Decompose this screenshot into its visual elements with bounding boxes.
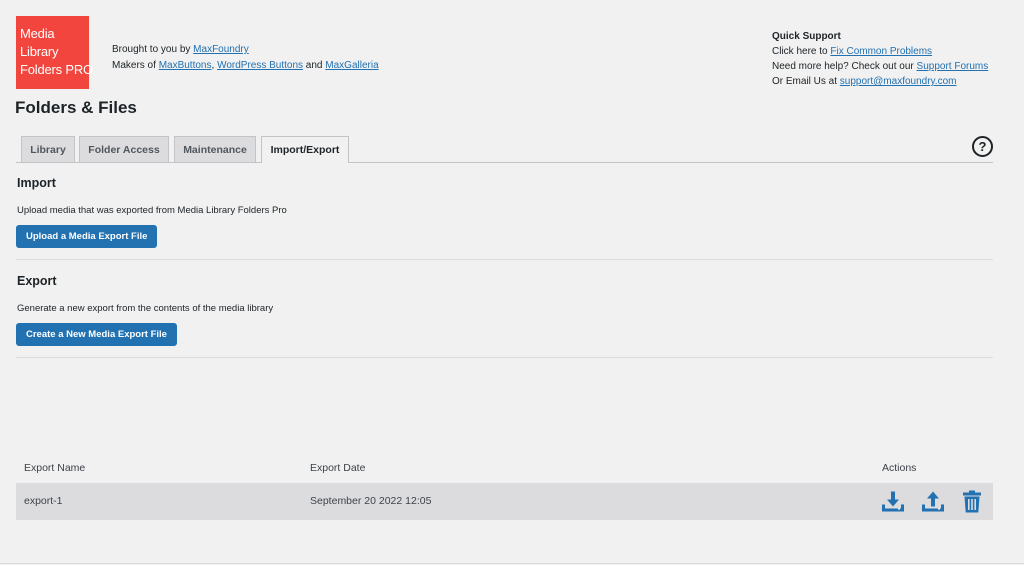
- fix-prefix: Click here to: [772, 46, 831, 57]
- quick-support: Quick Support Click here to Fix Common P…: [772, 29, 988, 89]
- credits: Brought to you by MaxFoundry Makers of M…: [112, 42, 379, 73]
- create-export-file-button[interactable]: Create a New Media Export File: [16, 323, 177, 346]
- forums-line: Need more help? Check out our Support Fo…: [772, 59, 988, 74]
- logo-line-1: Media: [20, 26, 55, 41]
- tab-folder-access[interactable]: Folder Access: [79, 136, 169, 162]
- quick-support-title: Quick Support: [772, 31, 841, 42]
- page-title: Folders & Files: [15, 98, 137, 117]
- forums-prefix: Need more help? Check out our: [772, 61, 917, 72]
- support-forums-link[interactable]: Support Forums: [917, 61, 989, 72]
- makers-sep: and: [303, 59, 326, 71]
- export-name-cell: export-1: [24, 495, 63, 507]
- maxgalleria-link[interactable]: MaxGalleria: [325, 60, 378, 71]
- export-date-cell: September 20 2022 12:05: [310, 495, 432, 507]
- tab-bar: Library Folder Access Maintenance Import…: [16, 136, 993, 163]
- header-export-date: Export Date: [310, 462, 366, 474]
- header-actions: Actions: [882, 462, 917, 474]
- brought-prefix: Brought to you by: [112, 44, 194, 55]
- header-export-name: Export Name: [24, 462, 86, 474]
- fix-common-problems-link[interactable]: Fix Common Problems: [830, 46, 932, 57]
- trash-icon[interactable]: [960, 489, 984, 514]
- logo-line-2: Library: [20, 44, 59, 59]
- fix-problems-line: Click here to Fix Common Problems: [772, 44, 988, 59]
- tab-library[interactable]: Library: [21, 136, 75, 162]
- import-divider: [16, 259, 993, 260]
- upload-export-file-button[interactable]: Upload a Media Export File: [16, 225, 158, 248]
- maxfoundry-link[interactable]: MaxFoundry: [193, 44, 249, 55]
- brought-by-line: Brought to you by MaxFoundry: [112, 42, 379, 58]
- tab-import-export[interactable]: Import/Export: [261, 136, 349, 163]
- upload-icon[interactable]: [921, 489, 945, 514]
- tab-maintenance[interactable]: Maintenance: [174, 136, 256, 162]
- download-icon[interactable]: [881, 489, 905, 514]
- logo-line-3: Folders PRO: [20, 62, 93, 77]
- plugin-logo: Media Library Folders PRO: [16, 16, 93, 89]
- maxbuttons-link[interactable]: MaxButtons: [159, 60, 212, 71]
- makers-line: Makers of MaxButtons, WordPress Buttons …: [112, 58, 379, 74]
- footer-divider: [0, 563, 1024, 564]
- import-description: Upload media that was exported from Medi…: [17, 205, 287, 216]
- import-title: Import: [17, 176, 56, 190]
- wordpress-buttons-link[interactable]: WordPress Buttons: [217, 60, 303, 71]
- makers-prefix: Makers of: [112, 59, 159, 71]
- email-line: Or Email Us at support@maxfoundry.com: [772, 74, 988, 89]
- table-row: export-1 September 20 2022 12:05: [16, 483, 993, 520]
- email-prefix: Or Email Us at: [772, 76, 840, 87]
- support-email-link[interactable]: support@maxfoundry.com: [840, 76, 957, 87]
- export-title: Export: [17, 274, 57, 288]
- export-divider: [16, 357, 993, 358]
- export-description: Generate a new export from the contents …: [17, 303, 274, 314]
- question-circle-icon[interactable]: ?: [972, 136, 993, 157]
